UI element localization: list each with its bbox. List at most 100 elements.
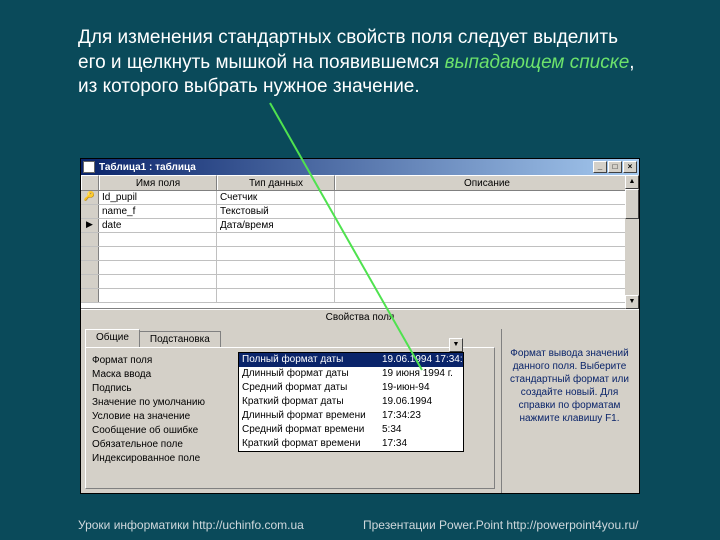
tab-panel-general: ▼ Полный формат даты19.06.1994 17:34:Дли… [85, 347, 495, 489]
row-selector[interactable]: 🔑 [81, 191, 99, 204]
cell-fieldname[interactable] [99, 261, 217, 274]
cell-description[interactable] [335, 205, 639, 218]
property-value[interactable] [240, 452, 490, 466]
minimize-button[interactable]: _ [593, 161, 607, 173]
cell-fieldname[interactable]: name_f [99, 205, 217, 218]
cell-datatype[interactable] [217, 275, 335, 288]
dropdown-label: Краткий формат времени [239, 437, 379, 451]
property-label: Сообщение об ошибке [90, 424, 240, 438]
instruction-emphasis: выпадающем списке [445, 52, 630, 73]
titlebar[interactable]: Таблица1 : таблица _ □ × [81, 159, 639, 175]
instruction-text: Для изменения стандартных свойств поля с… [78, 26, 648, 100]
dropdown-example: 17:34 [379, 437, 463, 451]
cell-fieldname[interactable]: date [99, 219, 217, 232]
dropdown-item[interactable]: Краткий формат времени17:34 [239, 437, 463, 451]
slide-footer: Уроки информатики http://uchinfo.com.ua … [78, 518, 648, 532]
cell-datatype[interactable]: Счетчик [217, 191, 335, 204]
grid-header: Имя поля Тип данных Описание [81, 175, 639, 191]
row-selector[interactable] [81, 275, 99, 288]
cell-datatype[interactable] [217, 289, 335, 302]
header-datatype[interactable]: Тип данных [217, 175, 335, 190]
row-selector[interactable]: ▶ [81, 219, 99, 232]
dropdown-label: Средний формат времени [239, 423, 379, 437]
property-row[interactable]: Индексированное поле [90, 452, 490, 466]
vertical-scrollbar[interactable]: ▲ ▼ [625, 175, 639, 309]
table-row[interactable]: 🔑Id_pupilСчетчик [81, 191, 639, 205]
table-row[interactable] [81, 247, 639, 261]
scroll-down-button[interactable]: ▼ [625, 295, 639, 309]
dropdown-item[interactable]: Средний формат даты19-июн-94 [239, 381, 463, 395]
maximize-button[interactable]: □ [608, 161, 622, 173]
header-description[interactable]: Описание [335, 175, 639, 190]
property-label: Обязательное поле [90, 438, 240, 452]
dropdown-example: 19-июн-94 [379, 381, 463, 395]
table-row[interactable] [81, 275, 639, 289]
property-label: Маска ввода [90, 368, 240, 382]
cell-datatype[interactable] [217, 233, 335, 246]
dropdown-item[interactable]: Средний формат времени5:34 [239, 423, 463, 437]
header-selector[interactable] [81, 175, 99, 190]
dropdown-example: 19.06.1994 [379, 395, 463, 409]
property-label: Условие на значение [90, 410, 240, 424]
scroll-up-button[interactable]: ▲ [625, 175, 639, 189]
table-row[interactable]: ▶dateДата/время [81, 219, 639, 233]
dropdown-label: Средний формат даты [239, 381, 379, 395]
cell-description[interactable] [335, 233, 639, 246]
dropdown-arrow-icon[interactable]: ▼ [449, 338, 463, 352]
row-selector[interactable] [81, 289, 99, 302]
dropdown-item[interactable]: Краткий формат даты19.06.1994 [239, 395, 463, 409]
table-row[interactable]: name_fТекстовый [81, 205, 639, 219]
property-label: Индексированное поле [90, 452, 240, 466]
table-row[interactable] [81, 233, 639, 247]
dropdown-item[interactable]: Длинный формат времени17:34:23 [239, 409, 463, 423]
footer-right: Презентации Power.Point http://powerpoin… [363, 518, 648, 532]
table-row[interactable] [81, 289, 639, 303]
cell-fieldname[interactable] [99, 289, 217, 302]
grid-body[interactable]: 🔑Id_pupilСчетчикname_fТекстовый▶dateДата… [81, 191, 639, 309]
row-selector[interactable] [81, 261, 99, 274]
property-label: Формат поля [90, 354, 240, 368]
cell-datatype[interactable]: Текстовый [217, 205, 335, 218]
dropdown-example: 17:34:23 [379, 409, 463, 423]
footer-left: Уроки информатики http://uchinfo.com.ua [78, 518, 363, 532]
properties-caption: Свойства поля [81, 309, 639, 325]
property-label: Значение по умолчанию [90, 396, 240, 410]
cell-datatype[interactable] [217, 261, 335, 274]
hint-box: Формат вывода значений данного поля. Выб… [501, 329, 635, 493]
tab-lookup[interactable]: Подстановка [139, 331, 221, 347]
dropdown-example: 19.06.1994 17:34: [379, 353, 463, 367]
table-icon [83, 161, 95, 173]
tab-general[interactable]: Общие [85, 329, 140, 347]
properties-area: Общие Подстановка ▼ Полный формат даты19… [81, 325, 639, 493]
dropdown-item[interactable]: Полный формат даты19.06.1994 17:34: [239, 353, 463, 367]
cell-description[interactable] [335, 219, 639, 232]
window-title: Таблица1 : таблица [99, 162, 196, 173]
cell-description[interactable] [335, 247, 639, 260]
dropdown-label: Краткий формат даты [239, 395, 379, 409]
row-selector[interactable] [81, 247, 99, 260]
cell-description[interactable] [335, 275, 639, 288]
property-tabs: Общие Подстановка [85, 329, 495, 347]
row-selector[interactable] [81, 205, 99, 218]
cell-fieldname[interactable] [99, 233, 217, 246]
properties-left: Общие Подстановка ▼ Полный формат даты19… [85, 329, 495, 493]
cell-description[interactable] [335, 191, 639, 204]
cell-fieldname[interactable] [99, 247, 217, 260]
row-selector[interactable] [81, 233, 99, 246]
dropdown-label: Длинный формат даты [239, 367, 379, 381]
format-dropdown[interactable]: ▼ Полный формат даты19.06.1994 17:34:Дли… [238, 352, 464, 452]
cell-fieldname[interactable]: Id_pupil [99, 191, 217, 204]
dropdown-example: 5:34 [379, 423, 463, 437]
header-fieldname[interactable]: Имя поля [99, 175, 217, 190]
cell-description[interactable] [335, 289, 639, 302]
table-row[interactable] [81, 261, 639, 275]
access-window: Таблица1 : таблица _ □ × Имя поля Тип да… [80, 158, 640, 494]
cell-description[interactable] [335, 261, 639, 274]
scroll-thumb[interactable] [625, 189, 639, 219]
cell-datatype[interactable] [217, 247, 335, 260]
dropdown-item[interactable]: Длинный формат даты19 июня 1994 г. [239, 367, 463, 381]
cell-datatype[interactable]: Дата/время [217, 219, 335, 232]
property-label: Подпись [90, 382, 240, 396]
cell-fieldname[interactable] [99, 275, 217, 288]
close-button[interactable]: × [623, 161, 637, 173]
